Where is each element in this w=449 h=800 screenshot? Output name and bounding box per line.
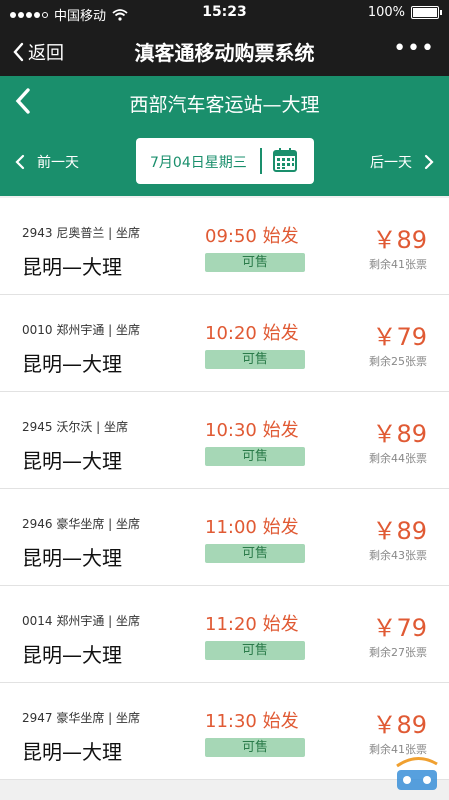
trip-route: 昆明—大理 [22,449,122,473]
station-header: 西部汽车客运站—大理 前一天 7月04日星期三 后一天 [0,76,449,196]
trip-list: 2943 尼奥普兰 | 坐席 昆明—大理 09:50 始发 可售 ￥89 剩余4… [0,198,449,780]
trip-route: 昆明—大理 [22,546,122,570]
status-badge: 可售 [205,253,305,272]
station-title: 西部汽车客运站—大理 [129,94,320,116]
battery-percent: 100% [367,5,405,20]
departure-time: 10:30 始发 [205,420,299,441]
ticket-price: ￥89 [372,420,427,448]
trip-row[interactable]: 2946 豪华坐席 | 坐席 昆明—大理 11:00 始发 可售 ￥89 剩余4… [0,489,449,586]
trip-code: 2945 沃尔沃 | 坐席 [22,420,129,434]
status-badge: 可售 [205,544,305,563]
trip-row[interactable]: 0010 郑州宇通 | 坐席 昆明—大理 10:20 始发 可售 ￥79 剩余2… [0,295,449,392]
next-day-button[interactable]: 后一天 [370,152,434,172]
prev-day-label: 前一天 [37,155,79,171]
wechat-nav-bar: 返回 滇客通移动购票系统 ••• [0,26,449,76]
trip-code: 2947 豪华坐席 | 坐席 [22,711,141,725]
current-date: 7月04日星期三 [150,155,247,171]
departure-time: 11:30 始发 [205,711,299,732]
date-picker[interactable]: 7月04日星期三 [136,138,314,184]
ticket-price: ￥89 [372,226,427,254]
divider [260,148,262,174]
battery-icon [411,6,442,19]
date-selector: 前一天 7月04日星期三 后一天 [0,136,449,186]
trip-row[interactable]: 2945 沃尔沃 | 坐席 昆明—大理 10:30 始发 可售 ￥89 剩余44… [0,392,449,489]
status-badge: 可售 [205,641,305,660]
status-right: 100% [367,5,442,20]
status-bar: 中国移动 15:23 100% [0,0,449,26]
prev-day-button[interactable]: 前一天 [15,152,79,172]
status-badge: 可售 [205,447,305,466]
trip-route: 昆明—大理 [22,255,122,279]
trip-code: 2943 尼奥普兰 | 坐席 [22,226,141,240]
chevron-left-icon [15,154,25,170]
ticket-price: ￥89 [372,517,427,545]
trip-route: 昆明—大理 [22,643,122,667]
remaining-tickets: 剩余25张票 [369,355,427,368]
trip-route: 昆明—大理 [22,352,122,376]
trip-code: 2946 豪华坐席 | 坐席 [22,517,141,531]
trip-row[interactable]: 2947 豪华坐席 | 坐席 昆明—大理 11:30 始发 可售 ￥89 剩余4… [0,683,449,780]
watermark-logo [396,757,438,790]
status-badge: 可售 [205,350,305,369]
chevron-right-icon [424,154,434,170]
trip-row[interactable]: 2943 尼奥普兰 | 坐席 昆明—大理 09:50 始发 可售 ￥89 剩余4… [0,198,449,295]
status-badge: 可售 [205,738,305,757]
next-day-label: 后一天 [370,155,412,171]
trip-route: 昆明—大理 [22,740,122,764]
departure-time: 09:50 始发 [205,226,299,247]
remaining-tickets: 剩余43张票 [369,549,427,562]
calendar-icon[interactable] [272,147,298,173]
trip-code: 0014 郑州宇通 | 坐席 [22,614,141,628]
trip-row[interactable]: 0014 郑州宇通 | 坐席 昆明—大理 11:20 始发 可售 ￥79 剩余2… [0,586,449,683]
departure-time: 11:20 始发 [205,614,299,635]
more-button[interactable]: ••• [393,36,435,61]
trip-code: 0010 郑州宇通 | 坐席 [22,323,141,337]
departure-time: 10:20 始发 [205,323,299,344]
departure-time: 11:00 始发 [205,517,299,538]
page-title: 滇客通移动购票系统 [134,41,315,65]
remaining-tickets: 剩余44张票 [369,452,427,465]
ticket-price: ￥79 [372,614,427,642]
ticket-price: ￥89 [372,711,427,739]
remaining-tickets: 剩余41张票 [369,258,427,271]
remaining-tickets: 剩余27张票 [369,646,427,659]
ticket-price: ￥79 [372,323,427,351]
